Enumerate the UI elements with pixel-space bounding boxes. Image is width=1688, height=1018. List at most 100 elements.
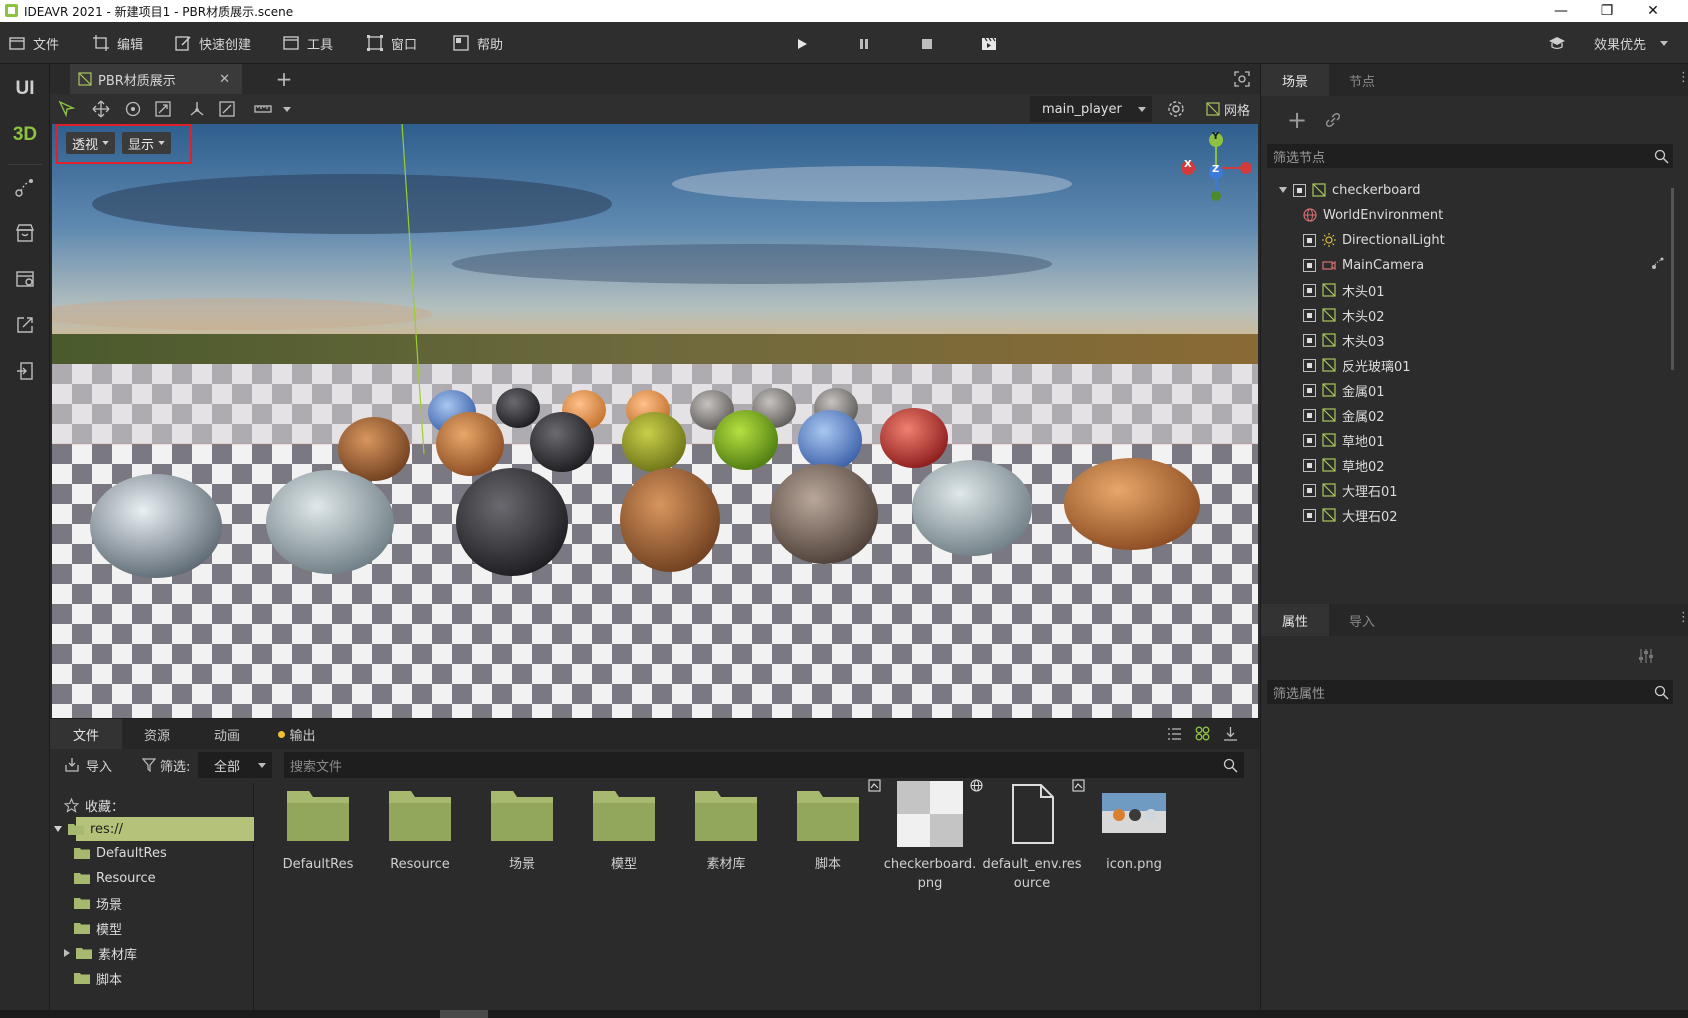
scene-tab[interactable]: PBR材质展示 ✕ bbox=[70, 64, 242, 94]
favorites-row[interactable]: 收藏： bbox=[64, 793, 124, 817]
3d-viewport[interactable]: Y X Z 透视 显示 bbox=[52, 124, 1258, 718]
gizmo-z-label[interactable]: Z bbox=[1212, 164, 1219, 175]
ui-mode-tab[interactable]: UI bbox=[0, 78, 50, 100]
expand-arrow-icon[interactable] bbox=[54, 826, 62, 832]
tree-item-scenes[interactable]: 场景 bbox=[74, 891, 122, 915]
tree-node-maincamera[interactable]: MainCamera bbox=[1303, 253, 1424, 277]
menu-help[interactable]: 帮助 bbox=[452, 22, 503, 64]
tree-node-glass-01[interactable]: 反光玻璃01 bbox=[1303, 353, 1411, 377]
visibility-checkbox[interactable] bbox=[1303, 433, 1316, 447]
tab-assets[interactable]: 资源 bbox=[122, 719, 192, 749]
path-icon[interactable] bbox=[1651, 256, 1665, 270]
tab-files[interactable]: 文件 bbox=[50, 719, 122, 749]
import-icon[interactable] bbox=[14, 360, 36, 382]
pause-button[interactable] bbox=[854, 34, 874, 54]
visibility-checkbox[interactable] bbox=[1303, 283, 1316, 297]
ruler-icon[interactable] bbox=[254, 100, 272, 118]
visibility-checkbox[interactable] bbox=[1303, 508, 1316, 522]
tree-node-metal-02[interactable]: 金属02 bbox=[1303, 403, 1385, 427]
play-button[interactable] bbox=[792, 34, 812, 54]
link-icon[interactable] bbox=[1325, 112, 1341, 128]
package-icon[interactable] bbox=[14, 268, 36, 290]
rotate-tool-icon[interactable] bbox=[124, 100, 142, 118]
sliders-icon[interactable] bbox=[1637, 648, 1655, 664]
menu-window[interactable]: 窗口 bbox=[366, 22, 417, 64]
panel-menu-icon[interactable]: ⋮ bbox=[1677, 70, 1688, 85]
store-icon[interactable] bbox=[14, 222, 36, 244]
learn-button[interactable] bbox=[1548, 34, 1566, 52]
tab-properties[interactable]: 属性 bbox=[1261, 604, 1329, 636]
file-item-material-library[interactable]: 素材库 bbox=[676, 781, 776, 874]
tree-node-directionallight[interactable]: DirectionalLight bbox=[1303, 228, 1445, 252]
panel-menu-icon[interactable]: ⋮ bbox=[1677, 610, 1688, 625]
restore-icon[interactable]: ❐ bbox=[1584, 0, 1630, 22]
visibility-checkbox[interactable] bbox=[1293, 183, 1306, 197]
property-filter-input[interactable]: 筛选属性 bbox=[1267, 680, 1673, 704]
file-item-checkerboard[interactable]: checkerboard.png bbox=[880, 781, 980, 893]
visibility-checkbox[interactable] bbox=[1303, 483, 1316, 497]
visibility-checkbox[interactable] bbox=[1303, 408, 1316, 422]
tree-node-worldenvironment[interactable]: WorldEnvironment bbox=[1303, 203, 1443, 227]
file-item-scripts[interactable]: 脚本 bbox=[778, 781, 878, 874]
perspective-dropdown[interactable]: 透视 bbox=[66, 132, 116, 154]
file-item-default-env[interactable]: default_env.resource bbox=[982, 781, 1082, 893]
tree-node-wood-01[interactable]: 木头01 bbox=[1303, 278, 1385, 302]
visibility-checkbox[interactable] bbox=[1303, 358, 1316, 372]
tab-node[interactable]: 节点 bbox=[1329, 64, 1395, 96]
tree-node-grass-02[interactable]: 草地02 bbox=[1303, 453, 1385, 477]
file-item-scenes[interactable]: 场景 bbox=[472, 781, 572, 874]
gizmo-x-label[interactable]: X bbox=[1184, 159, 1192, 170]
file-item-defaultres[interactable]: DefaultRes bbox=[268, 781, 368, 874]
gear-icon[interactable] bbox=[1167, 100, 1185, 118]
tree-node-grass-01[interactable]: 草地01 bbox=[1303, 428, 1385, 452]
filter-select[interactable]: 全部 bbox=[198, 752, 272, 778]
move-tool-icon[interactable] bbox=[92, 100, 110, 118]
tree-item-material-library[interactable]: 素材库 bbox=[64, 941, 137, 965]
file-search-input[interactable]: 搜索文件 bbox=[284, 752, 1244, 778]
import-button[interactable]: 导入 bbox=[64, 753, 112, 777]
visibility-checkbox[interactable] bbox=[1303, 258, 1316, 272]
gizmo-y-label[interactable]: Y bbox=[1212, 131, 1219, 142]
tree-item-scripts[interactable]: 脚本 bbox=[74, 966, 122, 990]
close-tab-icon[interactable]: ✕ bbox=[219, 72, 230, 87]
tab-animation[interactable]: 动画 bbox=[192, 719, 262, 749]
chevron-down-icon[interactable] bbox=[283, 107, 291, 112]
stop-button[interactable] bbox=[917, 34, 937, 54]
menu-edit[interactable]: 编辑 bbox=[92, 22, 143, 64]
tree-node-wood-02[interactable]: 木头02 bbox=[1303, 303, 1385, 327]
3d-mode-tab[interactable]: 3D bbox=[0, 124, 50, 146]
grid-toggle[interactable]: 网格 bbox=[1206, 94, 1250, 124]
minimize-icon[interactable]: — bbox=[1538, 0, 1584, 22]
menu-file[interactable]: 文件 bbox=[8, 22, 59, 64]
close-icon[interactable]: ✕ bbox=[1630, 0, 1676, 22]
tree-item-models[interactable]: 模型 bbox=[74, 916, 122, 940]
tab-scene[interactable]: 场景 bbox=[1261, 64, 1329, 96]
select-tool-icon[interactable] bbox=[58, 100, 76, 118]
tree-node-marble-01[interactable]: 大理石01 bbox=[1303, 478, 1398, 502]
file-item-resource[interactable]: Resource bbox=[370, 781, 470, 874]
expand-arrow-icon[interactable] bbox=[64, 949, 70, 957]
node-filter-input[interactable]: 筛选节点 bbox=[1267, 144, 1673, 168]
add-tab-button[interactable]: + bbox=[272, 67, 296, 91]
path-icon[interactable] bbox=[14, 176, 36, 198]
player-select[interactable]: main_player bbox=[1030, 96, 1152, 122]
menu-quick-create[interactable]: 快速创建 bbox=[174, 22, 251, 64]
grid-view-icon[interactable] bbox=[1195, 726, 1210, 741]
quality-dropdown[interactable]: 效果优先 bbox=[1594, 22, 1669, 64]
movie-maker-button[interactable] bbox=[979, 34, 999, 54]
file-item-models[interactable]: 模型 bbox=[574, 781, 674, 874]
export-icon[interactable] bbox=[14, 314, 36, 336]
file-item-icon-png[interactable]: icon.png bbox=[1084, 781, 1184, 874]
visibility-checkbox[interactable] bbox=[1303, 383, 1316, 397]
tab-import[interactable]: 导入 bbox=[1329, 604, 1395, 636]
list-view-icon[interactable] bbox=[1167, 727, 1182, 741]
scale-tool-icon[interactable] bbox=[154, 100, 172, 118]
pivot-tool-icon[interactable] bbox=[188, 100, 206, 118]
visibility-checkbox[interactable] bbox=[1303, 458, 1316, 472]
horizontal-scrollbar-thumb[interactable] bbox=[440, 1010, 488, 1018]
visibility-checkbox[interactable] bbox=[1303, 333, 1316, 347]
menu-tools[interactable]: 工具 bbox=[282, 22, 333, 64]
tab-output[interactable]: 输出 bbox=[262, 719, 332, 749]
tree-item-defaultres[interactable]: DefaultRes bbox=[74, 841, 167, 865]
display-dropdown[interactable]: 显示 bbox=[122, 132, 172, 154]
